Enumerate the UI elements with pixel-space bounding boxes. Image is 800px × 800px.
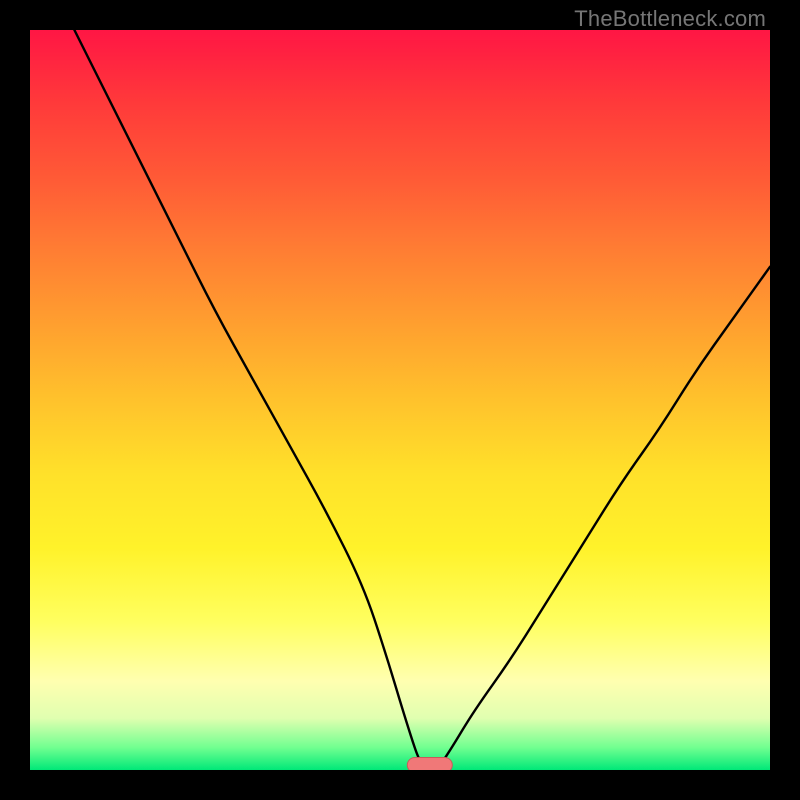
watermark-text: TheBottleneck.com: [574, 6, 766, 32]
plot-area: [30, 30, 770, 770]
chart-frame: TheBottleneck.com: [0, 0, 800, 800]
optimum-marker: [406, 757, 452, 770]
bottleneck-curve: [30, 30, 770, 770]
